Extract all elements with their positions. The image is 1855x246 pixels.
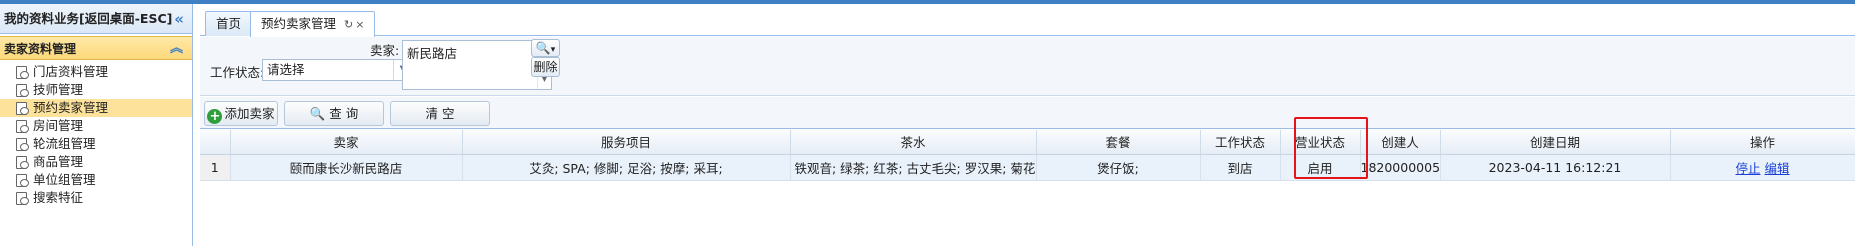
sidebar-title: 我的资料业务[返回桌面-ESC]	[4, 11, 173, 26]
sidebar-item-unit[interactable]: 单位组管理	[0, 171, 192, 189]
sidebar-item-store[interactable]: 门店资料管理	[0, 63, 192, 81]
sidebar-item-goods[interactable]: 商品管理	[0, 153, 192, 171]
delete-seller-button[interactable]: 删除	[531, 57, 560, 77]
tab-home[interactable]: 首页	[205, 11, 253, 36]
seller-table: 卖家 服务项目 茶水 套餐 工作状态 营业状态 创建人 创建日期 操作 1 颐而…	[200, 130, 1855, 181]
doc-icon	[14, 137, 30, 151]
work-status-label: 工作状态:	[210, 65, 265, 80]
table-row[interactable]: 1 颐而康长沙新民路店 艾灸; SPA; 修脚; 足浴; 按摩; 采耳; 铁观音…	[200, 154, 1855, 181]
doc-icon	[14, 173, 30, 187]
clear-button[interactable]: 清 空	[390, 101, 490, 126]
column-header[interactable]: 卖家	[230, 130, 463, 155]
doc-icon	[14, 101, 30, 115]
edit-link[interactable]: 编辑	[1764, 161, 1789, 176]
doc-icon	[14, 155, 30, 169]
sidebar-group-label: 卖家资料管理	[4, 42, 77, 56]
delete-label: 删除	[533, 60, 558, 74]
sidebar-item-label: 门店资料管理	[33, 64, 109, 79]
seller-field[interactable]: 新民路店 ▲▼	[402, 40, 552, 90]
column-header[interactable]: 套餐	[1036, 130, 1201, 155]
cell-package: 煲仔饭;	[1036, 154, 1201, 181]
sidebar-header[interactable]: 我的资料业务[返回桌面-ESC] «	[0, 4, 192, 34]
column-header[interactable]: 服务项目	[462, 130, 791, 155]
tab-label: 预约卖家管理	[261, 16, 337, 31]
sidebar-group[interactable]: 卖家资料管理 ︽	[0, 36, 192, 60]
column-header[interactable]: 茶水	[790, 130, 1037, 155]
row-number: 1	[200, 154, 231, 181]
work-status-value: 请选择	[267, 62, 305, 77]
search-label: 查 询	[329, 106, 359, 121]
tab-seller-management[interactable]: 预约卖家管理 ↻ ×	[250, 11, 376, 37]
close-icon[interactable]: ×	[355, 18, 364, 31]
column-header[interactable]: 工作状态	[1200, 130, 1281, 155]
double-chevron-up-icon[interactable]: ︽	[170, 37, 183, 61]
doc-icon	[14, 83, 30, 97]
sidebar-item-label: 搜索特征	[33, 190, 84, 205]
cell-creator: 18200000054	[1360, 154, 1441, 181]
column-header[interactable]: 创建人	[1360, 130, 1441, 155]
search-icon: 🔍	[309, 106, 326, 121]
work-status-select[interactable]: 请选择 ▼	[262, 59, 414, 81]
tab-bar: 首页 预约卖家管理 ↻ ×	[200, 4, 1855, 37]
refresh-icon[interactable]: ↻	[344, 18, 353, 31]
sidebar-item-search-feature[interactable]: 搜索特征	[0, 189, 192, 207]
cell-tea: 铁观音; 绿茶; 红茶; 古丈毛尖; 罗汉果; 菊花茶;	[790, 154, 1037, 181]
cell-work-status: 到店	[1200, 154, 1281, 181]
table-header-row: 卖家 服务项目 茶水 套餐 工作状态 营业状态 创建人 创建日期 操作	[200, 130, 1855, 155]
doc-icon	[14, 191, 30, 205]
sidebar-item-label: 房间管理	[33, 118, 84, 133]
magnifier-icon: 🔍	[535, 41, 551, 55]
sidebar-list: 门店资料管理 技师管理 预约卖家管理 房间管理 轮流组管理 商品管理 单位组管理…	[0, 60, 192, 207]
sidebar-item-label: 轮流组管理	[33, 136, 96, 151]
cell-services: 艾灸; SPA; 修脚; 足浴; 按摩; 采耳;	[462, 154, 791, 181]
toolbar: + 添加卖家 🔍 查 询 清 空	[200, 97, 1855, 129]
cell-seller: 颐而康长沙新民路店	[230, 154, 463, 181]
doc-icon	[14, 65, 30, 79]
sidebar-item-label: 技师管理	[33, 82, 84, 97]
search-button[interactable]: 🔍 查 询	[284, 101, 384, 126]
clear-label: 清 空	[425, 106, 455, 121]
column-header[interactable]: 营业状态	[1280, 130, 1361, 155]
sidebar-item-room[interactable]: 房间管理	[0, 117, 192, 135]
plus-icon: +	[207, 109, 223, 124]
column-header[interactable]: 创建日期	[1440, 130, 1671, 155]
column-header[interactable]: 操作	[1670, 130, 1855, 155]
doc-icon	[14, 119, 30, 133]
double-chevron-left-icon[interactable]: «	[174, 4, 184, 34]
cell-created-date: 2023-04-11 16:12:21	[1440, 154, 1671, 181]
chevron-down-icon: ▾	[550, 45, 556, 55]
cell-business-status: 启用	[1280, 154, 1361, 181]
rownum-header	[200, 130, 231, 155]
sidebar: 我的资料业务[返回桌面-ESC] « 卖家资料管理 ︽ 门店资料管理 技师管理 …	[0, 4, 193, 246]
sidebar-item-technician[interactable]: 技师管理	[0, 81, 192, 99]
filter-panel: 工作状态: 请选择 ▼ 卖家: 新民路店 ▲▼ 🔍▾ 删除	[200, 37, 1855, 96]
seller-value: 新民路店	[407, 46, 458, 61]
sidebar-item-label: 商品管理	[33, 154, 84, 169]
add-seller-button[interactable]: + 添加卖家	[204, 101, 278, 126]
sidebar-item-rotation[interactable]: 轮流组管理	[0, 135, 192, 153]
add-seller-label: 添加卖家	[224, 106, 275, 121]
tab-label: 首页	[216, 16, 242, 31]
sidebar-item-label: 预约卖家管理	[33, 100, 109, 115]
stop-link[interactable]: 停止	[1735, 161, 1760, 176]
cell-actions: 停止 编辑	[1670, 154, 1855, 181]
sidebar-item-label: 单位组管理	[33, 172, 96, 187]
seller-label: 卖家:	[370, 43, 400, 58]
sidebar-item-seller[interactable]: 预约卖家管理	[0, 99, 192, 117]
search-seller-button[interactable]: 🔍▾	[531, 39, 560, 57]
